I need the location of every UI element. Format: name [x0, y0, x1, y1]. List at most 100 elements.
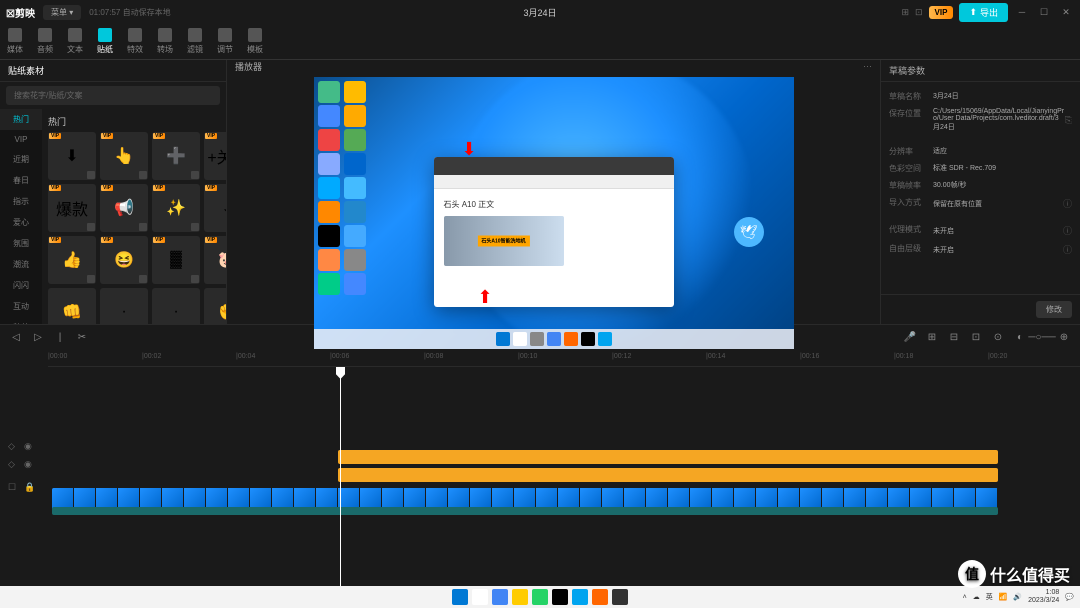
preview-viewport[interactable]: 石头 A10 正文 石头A10智能洗地机 ⬇ ⬆ 🕊 — [227, 73, 880, 353]
timeline-tool[interactable]: ◁ — [8, 329, 24, 345]
sticker-item[interactable]: VIP📢 — [100, 184, 148, 232]
taskbar-app-icon[interactable] — [552, 589, 568, 605]
sticker-item[interactable]: VIP➕ — [152, 132, 200, 180]
audio-clip[interactable] — [52, 507, 998, 515]
tab-滤镜[interactable]: 滤镜 — [180, 24, 210, 59]
properties-panel: 草稿参数 草稿名称3月24日保存位置C:/Users/15069/AppData… — [880, 60, 1080, 324]
property-row: 代理模式未开启ⓘ — [889, 221, 1072, 240]
message-icon[interactable]: ⊡ — [915, 7, 923, 18]
lock-icon[interactable]: ◇ — [8, 441, 20, 453]
clock-time[interactable]: 1:08 — [1028, 589, 1059, 597]
tab-贴纸[interactable]: 贴纸 — [90, 24, 120, 59]
taskbar-app-icon[interactable] — [592, 589, 608, 605]
category-爱心[interactable]: 爱心 — [0, 212, 42, 233]
timeline-tracks[interactable]: ◇ ◉ ◇ ◉ ☐ 🔒 — [0, 367, 1080, 586]
timeline-tool[interactable]: | — [52, 329, 68, 345]
category-VIP[interactable]: VIP — [0, 130, 42, 149]
tab-调节[interactable]: 调节 — [210, 24, 240, 59]
tab-音频[interactable]: 音频 — [30, 24, 60, 59]
category-指示[interactable]: 指示 — [0, 191, 42, 212]
timeline-tool[interactable]: ─○── — [1034, 329, 1050, 345]
timeline-tool[interactable]: ▷ — [30, 329, 46, 345]
export-button[interactable]: ⬆导出 — [959, 3, 1008, 22]
taskbar-app-icon[interactable] — [512, 589, 528, 605]
tray-lang[interactable]: 英 — [986, 592, 993, 602]
timeline-tool[interactable]: 🎤 — [902, 329, 918, 345]
tray-icon[interactable]: ☁ — [973, 593, 980, 601]
timeline-tool[interactable]: ⊡ — [968, 329, 984, 345]
tab-模板[interactable]: 模板 — [240, 24, 270, 59]
minimize-button[interactable]: ─ — [1014, 4, 1030, 20]
tray-volume-icon[interactable]: 🔊 — [1013, 593, 1022, 601]
sticker-item[interactable]: VIP👍 — [48, 236, 96, 284]
section-title: 热门 — [48, 115, 220, 128]
taskbar-app-icon[interactable] — [472, 589, 488, 605]
sticker-item[interactable]: · — [100, 288, 148, 324]
lock-icon[interactable]: ◇ — [8, 459, 20, 471]
sticker-item[interactable]: VIP😆 — [100, 236, 148, 284]
shortcut-icon[interactable]: ⊞ — [901, 7, 909, 18]
sticker-item[interactable]: VIP爆款 — [48, 184, 96, 232]
sticker-item[interactable]: VIP▓ — [152, 236, 200, 284]
modify-button[interactable]: 修改 — [1036, 301, 1072, 318]
category-近期[interactable]: 近期 — [0, 149, 42, 170]
category-种草[interactable]: 种草 — [0, 317, 42, 324]
sticker-item[interactable]: VIP✨ — [152, 184, 200, 232]
sticker-item[interactable]: VIP🐷 — [204, 236, 226, 284]
visibility-icon[interactable]: ◉ — [24, 459, 36, 471]
property-row: 色彩空间标准 SDR - Rec.709 — [889, 160, 1072, 177]
clock-date[interactable]: 2023/3/24 — [1028, 597, 1059, 605]
category-氛围[interactable]: 氛围 — [0, 233, 42, 254]
timeline-tool[interactable]: ◐ — [1012, 329, 1028, 345]
desktop-icon — [344, 225, 366, 247]
category-互动[interactable]: 互动 — [0, 296, 42, 317]
preview-menu-icon[interactable]: ⋯ — [863, 61, 872, 72]
close-button[interactable]: ✕ — [1058, 4, 1074, 20]
preview-video: 石头 A10 正文 石头A10智能洗地机 ⬇ ⬆ 🕊 — [314, 77, 794, 349]
sticker-item[interactable]: VIP+关注 — [204, 132, 226, 180]
category-热门[interactable]: 热门 — [0, 109, 42, 130]
maximize-button[interactable]: ☐ — [1036, 4, 1052, 20]
timeline-tool[interactable]: ✂ — [74, 329, 90, 345]
mute-icon[interactable]: ☐ — [8, 482, 20, 494]
notification-icon[interactable]: 💬 — [1065, 593, 1074, 601]
titlebar: ☒剪映 菜单 ▾ 01:07:57 自动保存本地 3月24日 ⊞ ⊡ VIP ⬆… — [0, 0, 1080, 24]
tab-转场[interactable]: 转场 — [150, 24, 180, 59]
desktop-icon — [344, 129, 366, 151]
panel-tab-stickers[interactable]: 贴纸素材 — [8, 64, 44, 77]
sticker-item[interactable]: VIP⬇ — [204, 184, 226, 232]
taskbar-app-icon[interactable] — [532, 589, 548, 605]
taskbar-app-icon[interactable] — [612, 589, 628, 605]
search-input[interactable]: 搜索花字/贴纸/文案 — [6, 86, 220, 105]
tab-媒体[interactable]: 媒体 — [0, 24, 30, 59]
sticker-item[interactable]: VIP⬇ — [48, 132, 96, 180]
timeline-tool[interactable]: ⊕ — [1056, 329, 1072, 345]
playhead[interactable] — [340, 367, 341, 586]
vip-badge[interactable]: VIP — [929, 6, 954, 19]
timeline-tool[interactable]: ⊟ — [946, 329, 962, 345]
menu-dropdown[interactable]: 菜单 ▾ — [43, 5, 81, 20]
taskbar-app-icon[interactable] — [452, 589, 468, 605]
category-闪闪[interactable]: 闪闪 — [0, 275, 42, 296]
sticker-item[interactable]: VIP👆 — [100, 132, 148, 180]
sticker-item[interactable]: ✊ — [204, 288, 226, 324]
tab-文本[interactable]: 文本 — [60, 24, 90, 59]
category-潮流[interactable]: 潮流 — [0, 254, 42, 275]
sticker-item[interactable]: · — [152, 288, 200, 324]
desktop-icon — [344, 177, 366, 199]
timeline-ruler[interactable]: |00:00|00:02|00:04|00:06|00:08|00:10|00:… — [48, 349, 1080, 367]
notepad-text: 石头 A10 正文 — [444, 199, 664, 210]
tab-特效[interactable]: 特效 — [120, 24, 150, 59]
tray-icon[interactable]: ˄ — [963, 594, 967, 601]
taskbar-app-icon[interactable] — [572, 589, 588, 605]
sticker-item[interactable]: 👊 — [48, 288, 96, 324]
tray-wifi-icon[interactable]: 📶 — [999, 593, 1008, 601]
sticker-grid: 热门 VIP⬇VIP👆VIP➕VIP+关注VIP爆款VIP📢VIP✨VIP⬇VI… — [42, 109, 226, 324]
timeline-tool[interactable]: ⊙ — [990, 329, 1006, 345]
category-春日[interactable]: 春日 — [0, 170, 42, 191]
visibility-icon[interactable]: ◉ — [24, 441, 36, 453]
timeline-tool[interactable]: ⊞ — [924, 329, 940, 345]
lock-icon[interactable]: 🔒 — [24, 482, 36, 494]
taskbar-app-icon[interactable] — [492, 589, 508, 605]
save-status: 01:07:57 自动保存本地 — [89, 7, 170, 18]
